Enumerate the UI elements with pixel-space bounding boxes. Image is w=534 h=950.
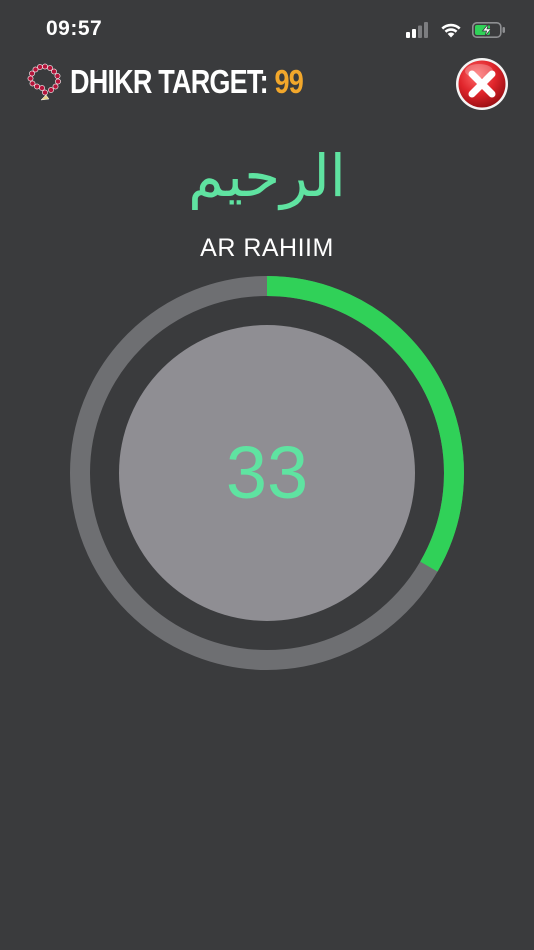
battery-charging-icon — [472, 22, 505, 38]
signal-icon — [406, 22, 428, 38]
dhikr-target-title: DHIKR TARGET: 99 — [70, 62, 304, 102]
counter-value: 33 — [225, 431, 309, 514]
status-icons — [406, 20, 506, 40]
close-button[interactable] — [455, 57, 509, 111]
status-bar: 09:57 — [0, 0, 534, 56]
close-icon — [456, 58, 508, 110]
latin-name: AR RAHIIM — [200, 234, 334, 262]
header: DHIKR TARGET: 99 — [0, 56, 534, 112]
counter-tap-button[interactable]: 33 — [119, 325, 415, 621]
arabic-name: الرحيم — [188, 142, 346, 210]
dhikr-target-label: DHIKR TARGET: — [70, 63, 275, 100]
wifi-icon — [441, 23, 461, 38]
dhikr-target-value: 99 — [274, 63, 303, 100]
tasbih-beads-icon — [27, 63, 61, 101]
status-time: 09:57 — [46, 17, 103, 40]
